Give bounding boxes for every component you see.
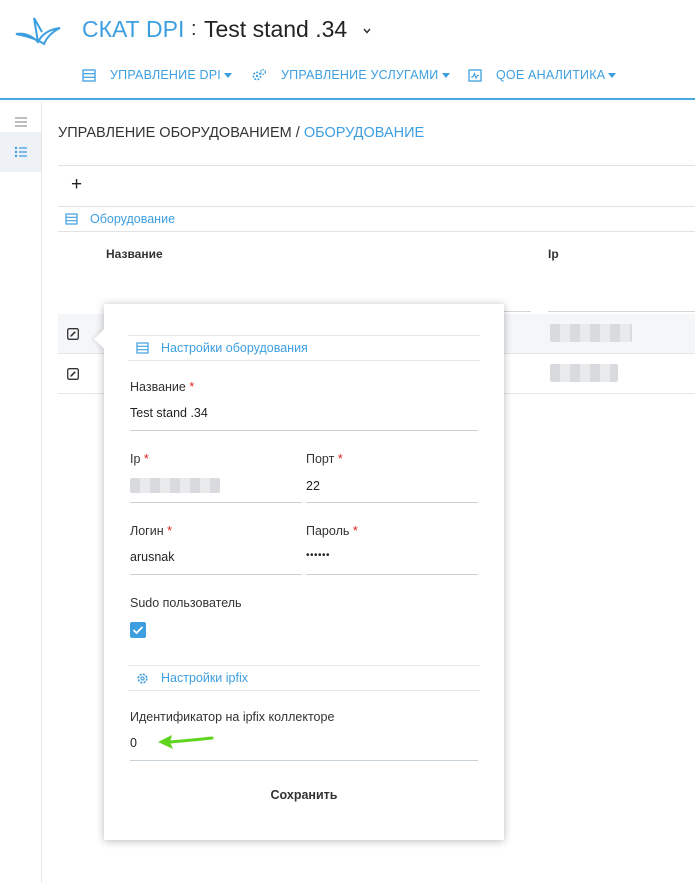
logo-icon[interactable] [14,12,62,48]
ip-field[interactable] [130,478,220,493]
password-field-underline [306,574,478,575]
nav-label: УПРАВЛЕНИЕ УСЛУГАМИ [281,68,439,82]
hamburger-icon [14,117,27,127]
login-label: Логин * [130,524,172,538]
required-mark: * [167,524,172,538]
column-header-name[interactable]: Название [106,247,163,261]
list-view-button[interactable] [0,132,41,172]
required-mark: * [189,380,195,394]
title-separator: : [191,18,197,40]
server-icon [65,213,78,225]
chart-icon [468,68,482,82]
name-field-underline [130,430,478,431]
port-field-underline [306,502,478,503]
required-mark: * [143,452,149,466]
section-label: Настройки ipfix [161,671,248,685]
left-rail [0,102,42,883]
password-label-text: Пароль [306,524,350,538]
equipment-settings-popup: Настройки оборудования Название * Test s… [94,304,504,840]
breadcrumb-divider: / [291,125,304,141]
divider [58,206,695,207]
save-button[interactable]: Сохранить [254,788,354,806]
stand-selector[interactable]: Test stand .34 [204,16,347,43]
nav-label: QOE АНАЛИТИКА [496,68,606,82]
sudo-label: Sudo пользователь [130,596,242,610]
ip-filter-input[interactable] [548,311,695,312]
name-label: Название * [130,380,194,394]
section-title-label: Оборудование [90,212,176,226]
required-mark: * [352,524,358,538]
edit-icon[interactable] [67,368,79,380]
ipfix-id-label: Идентификатор на ipfix коллекторе [130,710,335,724]
annotation-arrow-icon [158,735,214,749]
ipfix-settings-section: Настройки ipfix [128,665,480,691]
ip-label-text: Ip [130,452,141,466]
password-field[interactable]: •••••• [306,550,330,561]
name-field[interactable]: Test stand .34 [130,406,208,420]
gear-icon [137,672,148,684]
nav-services-management[interactable]: УПРАВЛЕНИЕ УСЛУГАМИ [251,66,450,84]
required-mark: * [337,452,343,466]
caret-down-icon [441,72,450,78]
ip-label: Ip * [130,452,149,466]
equipment-settings-section: Настройки оборудования [128,335,480,361]
ip-field-underline [130,502,302,503]
breadcrumb: УПРАВЛЕНИЕ ОБОРУДОВАНИЕМ / ОБОРУДОВАНИЕ [58,125,424,141]
chevron-down-icon[interactable] [362,26,372,36]
divider [58,165,695,166]
blurred-ip [550,364,618,382]
nav-label: УПРАВЛЕНИЕ DPI [110,68,221,82]
password-label: Пароль * [306,524,358,538]
port-label: Порт * [306,452,343,466]
nav-dpi-management[interactable]: УПРАВЛЕНИЕ DPI [82,66,232,84]
column-header-ip[interactable]: Ip [548,247,559,261]
ipfix-id-field[interactable]: 0 [130,736,137,750]
app-header: СКАТ DPI : Test stand .34 УПРАВЛЕНИЕ DPI… [0,0,695,100]
sudo-checkbox[interactable] [130,622,146,638]
caret-down-icon [608,72,617,78]
port-label-text: Порт [306,452,335,466]
server-icon [82,68,96,82]
section-label: Настройки оборудования [161,341,308,355]
login-field-underline [130,574,302,575]
breadcrumb-parent[interactable]: УПРАВЛЕНИЕ ОБОРУДОВАНИЕМ [58,125,292,141]
caret-down-icon [223,72,232,78]
ipfix-id-underline [130,760,478,761]
divider [58,231,695,232]
blurred-ip [550,324,632,342]
breadcrumb-current[interactable]: ОБОРУДОВАНИЕ [304,125,424,141]
table-section-title: Оборудование [65,211,175,227]
port-field[interactable]: 22 [306,479,320,493]
name-label-text: Название [130,380,186,394]
login-label-text: Логин [130,524,164,538]
checkmark-icon [132,626,144,635]
login-field[interactable]: arusnak [130,550,174,564]
add-button[interactable]: + [71,175,87,195]
server-icon [136,342,149,354]
edit-icon[interactable] [67,328,79,340]
nav-qoe-analytics[interactable]: QOE АНАЛИТИКА [468,66,617,84]
gears-icon [252,68,267,81]
list-icon [14,146,27,158]
brand-title[interactable]: СКАТ DPI [82,16,184,43]
